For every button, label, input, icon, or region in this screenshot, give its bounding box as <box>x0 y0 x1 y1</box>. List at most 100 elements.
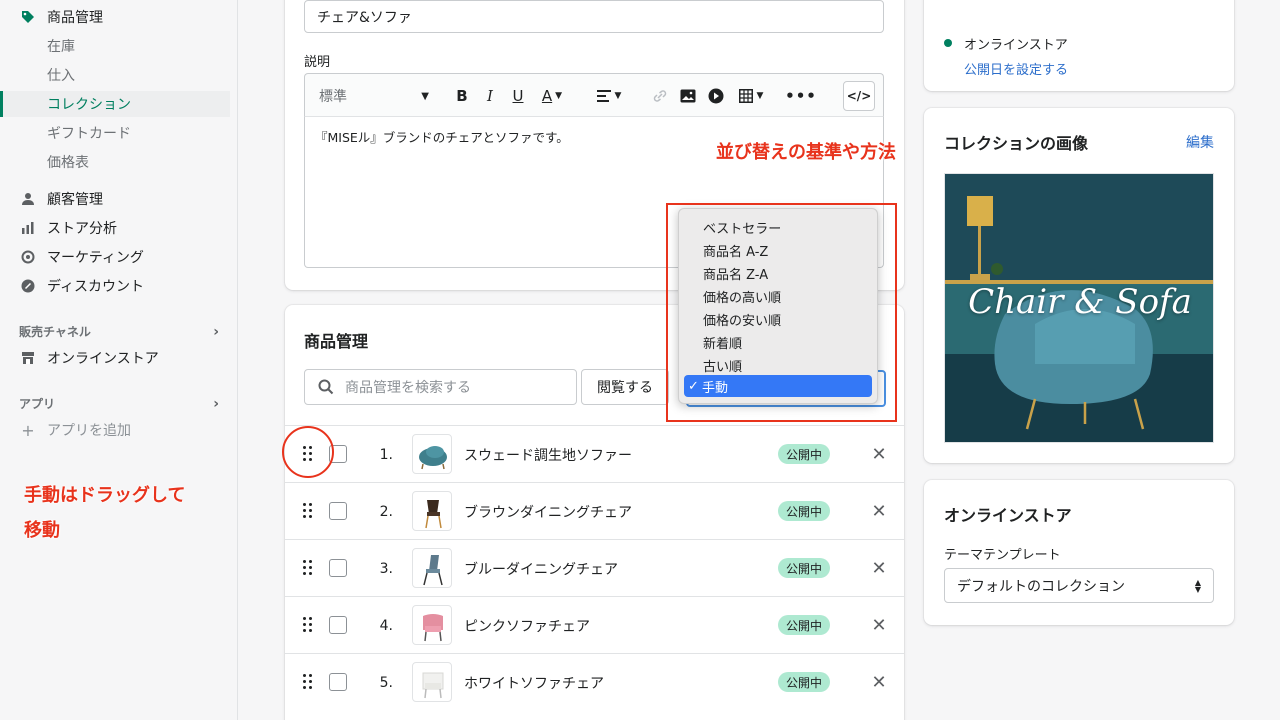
image-icon[interactable] <box>677 74 699 118</box>
row-checkbox[interactable] <box>329 616 347 634</box>
sidebar-item-customers[interactable]: 顧客管理 <box>0 186 230 212</box>
table-row[interactable]: 5. ホワイトソファチェア 公開中 ✕ <box>285 653 904 710</box>
annotation-circle <box>282 426 334 478</box>
sidebar-item-pricelist[interactable]: 価格表 <box>0 149 230 175</box>
select-arrows-icon: ▲ ▼ <box>1194 577 1201 594</box>
text-color-icon[interactable]: A ▼ <box>535 74 569 118</box>
status-badge: 公開中 <box>778 501 831 521</box>
apps-header[interactable]: アプリ › <box>19 395 219 412</box>
theme-template-select[interactable]: デフォルトのコレクション ▲ ▼ <box>944 568 1214 603</box>
sidebar-item-add-app[interactable]: + アプリを追加 <box>0 417 230 443</box>
status-badge: 公開中 <box>778 444 831 464</box>
video-icon[interactable] <box>705 74 727 118</box>
sidebar-item-discounts[interactable]: ディスカウント <box>0 273 230 299</box>
channel-name: オンラインストア <box>964 38 1068 53</box>
schedule-link[interactable]: 公開日を設定する <box>964 59 1068 78</box>
remove-icon[interactable]: ✕ <box>869 558 889 579</box>
remove-icon[interactable]: ✕ <box>869 444 889 465</box>
annotation-box <box>666 203 897 422</box>
section-label: 販売チャネル <box>19 325 91 339</box>
status-badge: 公開中 <box>778 672 831 692</box>
sidebar-item-online-store[interactable]: オンラインストア <box>0 345 230 371</box>
sidebar-item-label: 価格表 <box>47 155 89 171</box>
collection-image-title: コレクションの画像 <box>944 134 1089 153</box>
remove-icon[interactable]: ✕ <box>869 501 889 522</box>
status-badge: 公開中 <box>778 615 831 635</box>
bold-icon[interactable]: B <box>451 74 473 118</box>
product-name[interactable]: ピンクソファチェア <box>464 597 590 654</box>
tag-icon <box>20 9 36 25</box>
row-checkbox[interactable] <box>329 559 347 577</box>
underline-icon[interactable]: U <box>507 74 529 118</box>
table-row[interactable]: 2. ブラウンダイニングチェア 公開中 ✕ <box>285 482 904 539</box>
status-badge: 公開中 <box>778 558 831 578</box>
discount-icon <box>20 278 36 294</box>
table-icon[interactable]: ▼ <box>733 74 769 118</box>
align-icon[interactable]: ▼ <box>591 74 627 118</box>
sidebar-item-label: ギフトカード <box>47 126 131 142</box>
sidebar-item-analytics[interactable]: ストア分析 <box>0 215 230 241</box>
table-row[interactable]: 3. ブルーダイニングチェア 公開中 ✕ <box>285 539 904 596</box>
format-select[interactable]: 標準 ▼ <box>319 74 429 118</box>
row-number: 3. <box>379 560 393 577</box>
product-name[interactable]: ブルーダイニングチェア <box>464 540 618 597</box>
sidebar-item-marketing[interactable]: マーケティング <box>0 244 230 270</box>
code-view-icon[interactable]: </> <box>843 81 875 111</box>
search-icon <box>318 379 334 399</box>
drag-handle-icon[interactable] <box>303 503 315 519</box>
annotation-sort: 並び替えの基準や方法 <box>716 142 896 163</box>
browse-button[interactable]: 閲覧する <box>581 369 669 405</box>
product-thumbnail <box>412 434 452 474</box>
title-value: チェア&ソファ <box>317 9 412 26</box>
edit-image-link[interactable]: 編集 <box>1186 132 1214 152</box>
sidebar-item-giftcards[interactable]: ギフトカード <box>0 120 230 146</box>
products-card-title: 商品管理 <box>304 332 369 351</box>
product-name[interactable]: スウェード調生地ソファー <box>464 426 632 483</box>
italic-icon[interactable]: I <box>479 74 501 118</box>
sidebar-item-inventory[interactable]: 在庫 <box>0 33 230 59</box>
product-thumbnail <box>412 491 452 531</box>
sales-channels-header[interactable]: 販売チャネル › <box>19 323 219 340</box>
link-icon[interactable] <box>649 74 671 118</box>
table-row[interactable]: 1. スウェード調生地ソファー 公開中 ✕ <box>285 425 904 482</box>
sidebar-item-label: オンラインストア <box>47 351 159 367</box>
table-row[interactable]: 4. ピンクソファチェア 公開中 ✕ <box>285 596 904 653</box>
bar-chart-icon <box>20 220 36 236</box>
sidebar-item-label: 在庫 <box>47 39 75 55</box>
product-search-input[interactable]: 商品管理を検索する <box>304 369 577 405</box>
sidebar-item-label: 仕入 <box>47 68 75 84</box>
plus-icon: + <box>21 420 35 440</box>
row-number: 4. <box>379 617 393 634</box>
row-checkbox[interactable] <box>329 502 347 520</box>
remove-icon[interactable]: ✕ <box>869 615 889 636</box>
drag-handle-icon[interactable] <box>303 674 315 690</box>
more-icon[interactable]: ••• <box>785 74 816 118</box>
row-number: 2. <box>379 503 393 520</box>
target-icon <box>20 249 36 265</box>
sidebar-item-label: マーケティング <box>47 250 144 266</box>
sidebar-item-label: 顧客管理 <box>47 192 103 208</box>
remove-icon[interactable]: ✕ <box>869 672 889 693</box>
sidebar-item-products[interactable]: 商品管理 <box>0 4 230 30</box>
search-placeholder: 商品管理を検索する <box>345 380 471 396</box>
row-number: 5. <box>379 674 393 691</box>
sidebar-item-collections[interactable]: コレクション <box>0 91 230 117</box>
sidebar-item-purchase[interactable]: 仕入 <box>0 62 230 88</box>
description-text: 『MISEル』ブランドのチェアとソファです。 <box>315 130 569 145</box>
product-name[interactable]: ホワイトソファチェア <box>464 654 604 711</box>
editor-toolbar: 標準 ▼ B I U A ▼ ▼ ▼ ••• </> <box>304 73 884 117</box>
sidebar-item-label: ディスカウント <box>47 279 145 295</box>
title-input[interactable]: チェア&ソファ <box>304 0 884 33</box>
chevron-right-icon: › <box>213 323 219 340</box>
annotation-drag-line1: 手動はドラッグして <box>24 485 186 506</box>
format-select-value: 標準 <box>319 89 347 105</box>
store-icon <box>20 350 36 366</box>
drag-handle-icon[interactable] <box>303 560 315 576</box>
drag-handle-icon[interactable] <box>303 617 315 633</box>
section-label: アプリ <box>19 397 56 411</box>
collection-image[interactable]: Chair & Sofa <box>944 173 1214 443</box>
product-name[interactable]: ブラウンダイニングチェア <box>464 483 632 540</box>
product-thumbnail <box>412 662 452 702</box>
row-checkbox[interactable] <box>329 673 347 691</box>
sidebar-item-label: 商品管理 <box>47 10 103 26</box>
